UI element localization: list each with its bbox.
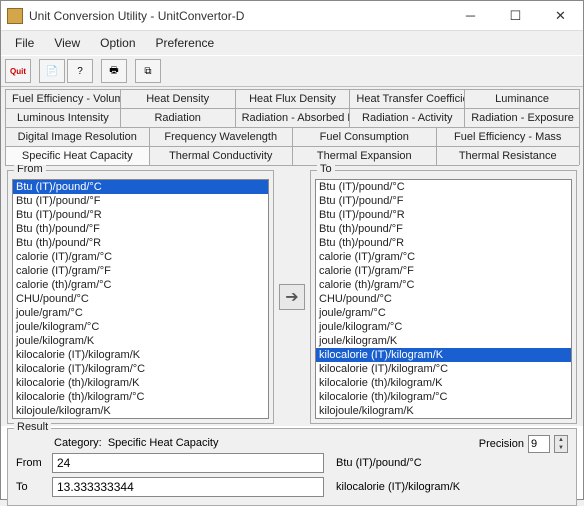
tab-thermal-resistance[interactable]: Thermal Resistance bbox=[436, 146, 581, 165]
spin-up-icon: ▲ bbox=[555, 436, 567, 444]
list-item[interactable]: kilocalorie (th)/kilogram/°C bbox=[316, 390, 571, 404]
menu-preference[interactable]: Preference bbox=[146, 33, 225, 53]
from-value-input[interactable] bbox=[52, 453, 324, 473]
list-item[interactable]: kilocalorie (IT)/kilogram/K bbox=[13, 348, 268, 362]
tab-radiation-activity[interactable]: Radiation - Activity bbox=[349, 108, 465, 127]
list-item[interactable]: kilocalorie (IT)/kilogram/K bbox=[316, 348, 571, 362]
minimize-button[interactable]: ─ bbox=[448, 1, 493, 30]
tab-frequency-wavelength[interactable]: Frequency Wavelength bbox=[149, 127, 294, 146]
tab-thermal-expansion[interactable]: Thermal Expansion bbox=[292, 146, 437, 165]
toolbar-btn-2[interactable]: 📄 bbox=[39, 59, 65, 83]
arrow-column: ➔ bbox=[278, 170, 306, 424]
tab-thermal-conductivity[interactable]: Thermal Conductivity bbox=[149, 146, 294, 165]
tab-luminance[interactable]: Luminance bbox=[464, 89, 580, 108]
menubar: File View Option Preference bbox=[1, 31, 583, 55]
window-title: Unit Conversion Utility - UnitConvertor-… bbox=[29, 9, 448, 23]
list-item[interactable]: Btu (th)/pound/°R bbox=[316, 236, 571, 250]
list-item[interactable]: Btu (IT)/pound/°F bbox=[13, 194, 268, 208]
to-unit-text: kilocalorie (IT)/kilogram/K bbox=[336, 481, 460, 493]
precision-input[interactable] bbox=[528, 435, 550, 453]
list-item[interactable]: calorie (IT)/gram/°C bbox=[13, 250, 268, 264]
list-item[interactable]: joule/kilogram/K bbox=[316, 334, 571, 348]
help-button[interactable]: ? bbox=[67, 59, 93, 83]
tab-heat-density[interactable]: Heat Density bbox=[120, 89, 236, 108]
tab-heat-flux-density[interactable]: Heat Flux Density bbox=[235, 89, 351, 108]
conversion-lists: From Btu (IT)/pound/°CBtu (IT)/pound/°FB… bbox=[1, 166, 583, 426]
close-button[interactable]: ✕ bbox=[538, 1, 583, 30]
spin-down-icon: ▼ bbox=[555, 444, 567, 452]
list-item[interactable]: kilojoule/kilogram/K bbox=[316, 404, 571, 418]
print-button[interactable]: 🖶 bbox=[101, 59, 127, 83]
toolbar: Quit 📄 ? 🖶 ⧉ bbox=[1, 55, 583, 87]
menu-file[interactable]: File bbox=[5, 33, 44, 53]
tab-digital-image-resolution[interactable]: Digital Image Resolution bbox=[5, 127, 150, 146]
category-label: Category: bbox=[54, 437, 102, 449]
tab-fuel-consumption[interactable]: Fuel Consumption bbox=[292, 127, 437, 146]
tab-specific-heat-capacity[interactable]: Specific Heat Capacity bbox=[5, 146, 150, 165]
tab-fuel-efficiency-volume[interactable]: Fuel Efficiency - Volume bbox=[5, 89, 121, 108]
list-item[interactable]: calorie (th)/gram/°C bbox=[316, 278, 571, 292]
list-item[interactable]: calorie (IT)/gram/°F bbox=[316, 264, 571, 278]
tab-radiation-exposure[interactable]: Radiation - Exposure bbox=[464, 108, 580, 127]
to-label: To bbox=[317, 163, 335, 175]
from-field-label: From bbox=[16, 457, 46, 469]
from-unit-text: Btu (IT)/pound/°C bbox=[336, 457, 422, 469]
result-group: Result Category: Specific Heat Capacity … bbox=[7, 428, 577, 506]
list-item[interactable]: Btu (IT)/pound/°C bbox=[13, 180, 268, 194]
to-value-input[interactable] bbox=[52, 477, 324, 497]
list-item[interactable]: joule/gram/°C bbox=[13, 306, 268, 320]
convert-arrow-button[interactable]: ➔ bbox=[279, 284, 305, 310]
quit-button[interactable]: Quit bbox=[5, 59, 31, 83]
list-item[interactable]: calorie (IT)/gram/°C bbox=[316, 250, 571, 264]
list-item[interactable]: kilocalorie (IT)/kilogram/°C bbox=[13, 362, 268, 376]
arrow-right-icon: ➔ bbox=[285, 287, 298, 307]
titlebar: Unit Conversion Utility - UnitConvertor-… bbox=[1, 1, 583, 31]
to-group: To Btu (IT)/pound/°CBtu (IT)/pound/°FBtu… bbox=[310, 170, 577, 424]
precision-label: Precision bbox=[479, 438, 524, 450]
to-listbox[interactable]: Btu (IT)/pound/°CBtu (IT)/pound/°FBtu (I… bbox=[315, 179, 572, 419]
to-field-label: To bbox=[16, 481, 46, 493]
tab-radiation[interactable]: Radiation bbox=[120, 108, 236, 127]
list-item[interactable]: Btu (th)/pound/°R bbox=[13, 236, 268, 250]
app-window: Unit Conversion Utility - UnitConvertor-… bbox=[0, 0, 584, 500]
help-icon: ? bbox=[77, 66, 83, 77]
print-icon: 🖶 bbox=[109, 63, 118, 80]
from-listbox[interactable]: Btu (IT)/pound/°CBtu (IT)/pound/°FBtu (I… bbox=[12, 179, 269, 419]
menu-view[interactable]: View bbox=[44, 33, 90, 53]
list-item[interactable]: Btu (IT)/pound/°C bbox=[316, 180, 571, 194]
list-item[interactable]: joule/kilogram/°C bbox=[316, 320, 571, 334]
copy-button[interactable]: ⧉ bbox=[135, 59, 161, 83]
category-tabs: Fuel Efficiency - VolumeHeat DensityHeat… bbox=[1, 87, 583, 166]
list-item[interactable]: Btu (th)/pound/°F bbox=[316, 222, 571, 236]
menu-option[interactable]: Option bbox=[90, 33, 145, 53]
result-label: Result bbox=[14, 421, 51, 433]
tab-radiation-absorbed-dose[interactable]: Radiation - Absorbed Dose bbox=[235, 108, 351, 127]
tab-heat-transfer-coefficient[interactable]: Heat Transfer Coefficient bbox=[349, 89, 465, 108]
list-item[interactable]: calorie (IT)/gram/°F bbox=[13, 264, 268, 278]
list-item[interactable]: calorie (th)/gram/°C bbox=[13, 278, 268, 292]
tab-fuel-efficiency-mass[interactable]: Fuel Efficiency - Mass bbox=[436, 127, 581, 146]
list-item[interactable]: CHU/pound/°C bbox=[316, 292, 571, 306]
list-item[interactable]: kilocalorie (th)/kilogram/K bbox=[316, 376, 571, 390]
maximize-button[interactable]: ☐ bbox=[493, 1, 538, 30]
list-item[interactable]: kilocalorie (th)/kilogram/K bbox=[13, 376, 268, 390]
copy-icon: ⧉ bbox=[144, 66, 151, 77]
document-icon: 📄 bbox=[46, 66, 58, 77]
precision-spinner[interactable]: ▲▼ bbox=[554, 435, 568, 453]
app-icon bbox=[7, 8, 23, 24]
list-item[interactable]: joule/gram/°C bbox=[316, 306, 571, 320]
list-item[interactable]: joule/kilogram/°C bbox=[13, 320, 268, 334]
list-item[interactable]: kilocalorie (IT)/kilogram/°C bbox=[316, 362, 571, 376]
category-value: Specific Heat Capacity bbox=[108, 437, 219, 449]
tab-luminous-intensity[interactable]: Luminous Intensity bbox=[5, 108, 121, 127]
list-item[interactable]: Btu (IT)/pound/°R bbox=[13, 208, 268, 222]
list-item[interactable]: CHU/pound/°C bbox=[13, 292, 268, 306]
list-item[interactable]: Btu (IT)/pound/°R bbox=[316, 208, 571, 222]
list-item[interactable]: Btu (IT)/pound/°F bbox=[316, 194, 571, 208]
from-group: From Btu (IT)/pound/°CBtu (IT)/pound/°FB… bbox=[7, 170, 274, 424]
list-item[interactable]: Btu (th)/pound/°F bbox=[13, 222, 268, 236]
list-item[interactable]: kilocalorie (th)/kilogram/°C bbox=[13, 390, 268, 404]
list-item[interactable]: joule/kilogram/K bbox=[13, 334, 268, 348]
list-item[interactable]: kilojoule/kilogram/K bbox=[13, 404, 268, 418]
